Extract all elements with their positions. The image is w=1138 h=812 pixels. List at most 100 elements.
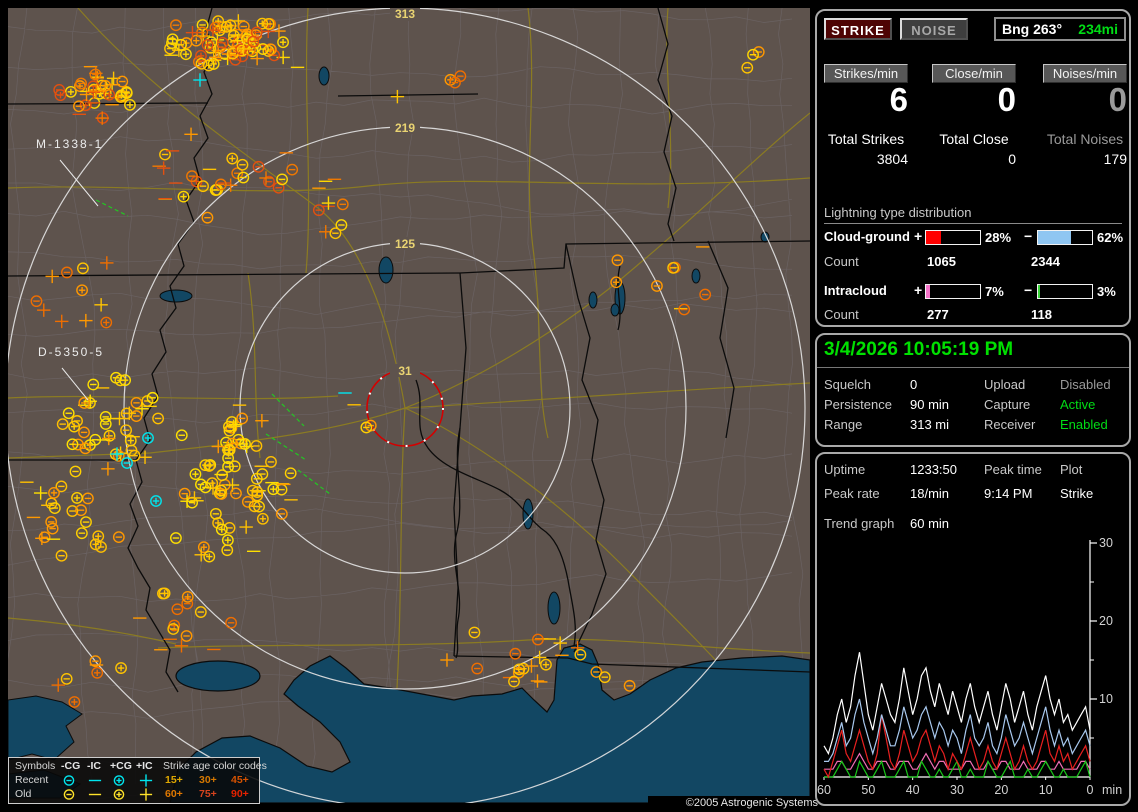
legend-age-title: Strike age color codes — [163, 760, 267, 772]
svg-text:20: 20 — [1099, 614, 1113, 628]
squelch-label: Squelch — [824, 377, 871, 392]
svg-text:60: 60 — [817, 783, 831, 797]
squelch-value: 0 — [910, 377, 917, 392]
svg-text:10: 10 — [1039, 783, 1053, 797]
uptime-value: 1233:50 — [910, 462, 957, 477]
peak-rate-label: Peak rate — [824, 486, 880, 501]
old-pos-cg-icon — [111, 788, 127, 804]
noise-mode-button[interactable]: NOISE — [900, 18, 968, 40]
legend-col-pos-cg: +CG — [110, 760, 132, 772]
age-30: 30+ — [199, 774, 217, 786]
age-75: 75+ — [199, 788, 217, 800]
legend-row-recent-label: Recent — [15, 774, 48, 786]
strike-mode-button[interactable]: STRIKE — [824, 18, 892, 40]
plot-mode-value: Strike — [1060, 486, 1093, 501]
datetime-display: 3/4/2026 10:05:19 PM — [824, 339, 1013, 361]
cg-minus-bar — [1037, 230, 1093, 245]
total-strikes-value: 3804 — [824, 151, 908, 167]
ic-plus-count: 277 — [927, 307, 949, 322]
cg-plus-bar — [925, 230, 981, 245]
strike-legend: Symbols -CG -IC +CG +IC Strike age color… — [8, 757, 260, 804]
lightning-map[interactable]: 31125219313M-1338-1D-5350-5 ©2005 Astrog… — [8, 8, 810, 803]
legend-row-old-label: Old — [15, 788, 31, 800]
total-noises-label: Total Noises — [1039, 131, 1131, 147]
peak-time-value: 9:14 PM — [984, 486, 1032, 501]
svg-text:50: 50 — [861, 783, 875, 797]
copyright-text: ©2005 Astrogenic Systems — [648, 796, 818, 811]
svg-text:219: 219 — [395, 121, 415, 135]
ic-minus-bar — [1037, 284, 1093, 299]
distribution-title: Lightning type distribution — [824, 205, 971, 220]
trend-panel: Uptime 1233:50 Peak time Plot Peak rate … — [815, 452, 1131, 806]
bearing-readout: Bng 263° 234mi — [994, 17, 1126, 41]
age-45: 45+ — [231, 774, 249, 786]
cg-minus-count: 2344 — [1031, 254, 1060, 269]
status-panel: 3/4/2026 10:05:19 PM Squelch 0 Upload Di… — [815, 333, 1131, 447]
receiver-label: Receiver — [984, 417, 1035, 432]
app-window: 31 125 219 313 M-1338-1 D-5350-5 ©2005 Astrog… — [0, 0, 1138, 812]
trend-graph: 10 20 30 60 50 40 30 20 10 0 min — [817, 534, 1129, 804]
ic-minus-count: 118 — [1031, 307, 1052, 322]
close-per-min-value: 0 — [932, 81, 1016, 119]
svg-text:313: 313 — [395, 8, 415, 21]
bearing-value: Bng 263° — [1002, 21, 1062, 37]
total-noises-value: 179 — [1043, 151, 1127, 167]
legend-col-neg-cg: -CG — [61, 760, 80, 772]
ic-plus-pct: 7% — [985, 284, 1004, 299]
svg-text:10: 10 — [1099, 692, 1113, 706]
range-label: Range — [824, 417, 862, 432]
svg-text:30: 30 — [950, 783, 964, 797]
peak-time-label: Peak time — [984, 462, 1042, 477]
bearing-distance: 234mi — [1078, 21, 1118, 37]
ic-minus-sign: − — [1024, 282, 1032, 298]
peak-rate-value: 18/min — [910, 486, 949, 501]
svg-text:20: 20 — [994, 783, 1008, 797]
persistence-value: 90 min — [910, 397, 949, 412]
noises-per-min-value: 0 — [1043, 81, 1127, 119]
storm-cell-label: M-1338-1 — [36, 137, 103, 151]
legend-col-neg-ic: -IC — [87, 760, 101, 772]
intracloud-label: Intracloud — [824, 283, 887, 298]
legend-col-pos-ic: +IC — [136, 760, 153, 772]
age-90: 90+ — [231, 788, 249, 800]
ic-plus-bar — [925, 284, 981, 299]
svg-text:40: 40 — [906, 783, 920, 797]
distribution-divider — [824, 223, 1122, 224]
receiver-status: Enabled — [1060, 417, 1108, 432]
ic-count-label: Count — [824, 307, 859, 322]
capture-label: Capture — [984, 397, 1030, 412]
cg-minus-sign: − — [1024, 228, 1032, 244]
capture-status: Active — [1060, 397, 1095, 412]
age-60: 60+ — [165, 788, 183, 800]
total-close-label: Total Close — [928, 131, 1020, 147]
ic-minus-pct: 3% — [1097, 284, 1116, 299]
svg-text:31: 31 — [398, 364, 412, 378]
cg-plus-count: 1065 — [927, 254, 956, 269]
cg-count-label: Count — [824, 254, 859, 269]
counter-panel: STRIKE NOISE Bng 263° 234mi Strikes/min … — [815, 9, 1131, 327]
trend-graph-label: Trend graph — [824, 516, 894, 531]
strikes-per-min-value: 6 — [824, 81, 908, 119]
old-pos-ic-icon — [138, 788, 154, 804]
ic-plus-sign: + — [914, 282, 922, 298]
svg-text:min: min — [1102, 783, 1122, 797]
old-neg-ic-icon — [87, 788, 103, 804]
upload-status: Disabled — [1060, 377, 1111, 392]
svg-text:30: 30 — [1099, 536, 1113, 550]
cloud-ground-label: Cloud-ground — [824, 229, 910, 244]
range-value: 313 mi — [910, 417, 949, 432]
storm-cell-label: D-5350-5 — [38, 345, 104, 359]
cg-plus-pct: 28% — [985, 230, 1011, 245]
datetime-divider — [817, 367, 1129, 368]
trend-graph-value: 60 min — [910, 516, 949, 531]
legend-symbols-header: Symbols — [15, 760, 55, 772]
svg-text:125: 125 — [395, 237, 415, 251]
svg-text:0: 0 — [1087, 783, 1094, 797]
total-close-value: 0 — [932, 151, 1016, 167]
uptime-label: Uptime — [824, 462, 865, 477]
cg-plus-sign: + — [914, 228, 922, 244]
total-strikes-label: Total Strikes — [820, 131, 912, 147]
upload-label: Upload — [984, 377, 1025, 392]
persistence-label: Persistence — [824, 397, 892, 412]
old-neg-cg-icon — [61, 788, 77, 804]
